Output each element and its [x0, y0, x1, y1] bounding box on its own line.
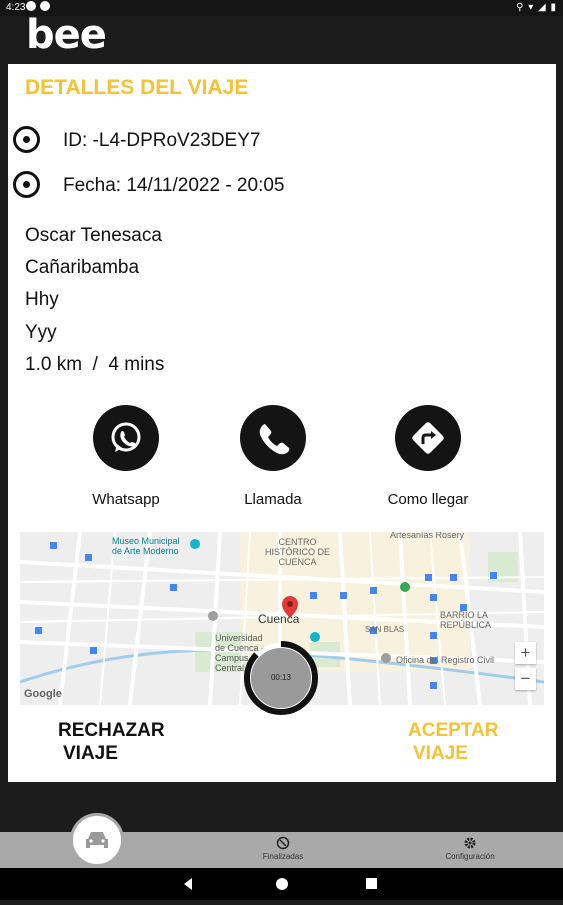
directions-label: Como llegar: [387, 491, 469, 508]
map-label-barrio: BARRIO LA REPÚBLICA: [440, 610, 492, 630]
map-label-cuenca: Cuenca: [258, 612, 300, 626]
call-label: Llamada: [244, 491, 302, 508]
id-radio-icon: [13, 126, 40, 153]
countdown-timer: 00:13: [242, 639, 320, 717]
directions-icon[interactable]: [395, 405, 461, 471]
status-time: 4:23: [6, 2, 26, 13]
reject-trip-button[interactable]: RECHAZAR VIAJE: [58, 719, 165, 765]
date-radio-icon: [13, 171, 40, 198]
home-icon[interactable]: [276, 878, 288, 890]
whatsapp-button[interactable]: Whatsapp: [51, 405, 201, 508]
pickup-address: Cañaribamba: [25, 257, 140, 278]
page-title: DETALLES DEL VIAJE: [25, 76, 249, 99]
reject-label: VIAJE: [63, 743, 118, 764]
system-nav-bar: [0, 868, 563, 900]
notification-icon: [40, 1, 50, 11]
call-button[interactable]: Llamada: [198, 405, 348, 508]
map-label-artesanias: Artesanías Rosery: [390, 532, 465, 540]
app-logo: bee: [26, 12, 107, 58]
phone-icon[interactable]: [240, 405, 306, 471]
clock-icon: [276, 836, 290, 850]
trip-id: ID: -L4-DPRoV23DEY7: [63, 130, 261, 151]
timer-text: 00:13: [270, 673, 292, 682]
notification-icon: [26, 1, 36, 11]
recents-icon[interactable]: [366, 878, 377, 889]
map-label-museum: Museo Municipal de Arte Moderno: [112, 536, 180, 556]
gear-icon: [464, 837, 476, 849]
accept-trip-button[interactable]: ACEPTAR VIAJE: [408, 719, 498, 765]
map-label-centro: CENTRO HISTÓRICO DE CUENCA: [265, 537, 331, 567]
accept-label: ACEPTAR: [408, 720, 499, 741]
whatsapp-label: Whatsapp: [92, 491, 160, 508]
distance-time: 1.0 km / 4 mins: [25, 354, 165, 375]
nav-item-finalizadas[interactable]: Finalizadas: [243, 836, 323, 861]
whatsapp-icon[interactable]: [93, 405, 159, 471]
notification-icons: [26, 1, 50, 11]
nav-label-finalizadas: Finalizadas: [262, 852, 304, 861]
map-label-oficina: Oficina del Registro Civil: [396, 655, 495, 665]
back-icon[interactable]: [184, 878, 192, 890]
car-icon: [86, 832, 108, 848]
directions-button[interactable]: Como llegar: [353, 405, 503, 508]
app-header: bee: [0, 12, 563, 64]
nav-item-configuracion[interactable]: Configuración: [425, 836, 515, 861]
trip-date: Fecha: 14/11/2022 - 20:05: [63, 175, 285, 196]
reject-label: RECHAZAR: [58, 720, 165, 741]
reference-line: Yyy: [25, 322, 57, 343]
map-label-sanblas: SAN BLAS: [365, 625, 405, 634]
passenger-name: Oscar Tenesaca: [25, 225, 162, 246]
google-logo: Google: [24, 688, 62, 700]
system-status-icons: ⚲ ▾ ◢ ▮: [516, 2, 557, 13]
accept-label: VIAJE: [413, 743, 468, 764]
zoom-in-button[interactable]: +: [515, 642, 536, 664]
zoom-out-button[interactable]: −: [515, 668, 536, 690]
nav-item-home[interactable]: [70, 813, 124, 867]
reference-line: Hhy: [25, 289, 59, 310]
nav-label-configuracion: Configuración: [445, 852, 495, 861]
